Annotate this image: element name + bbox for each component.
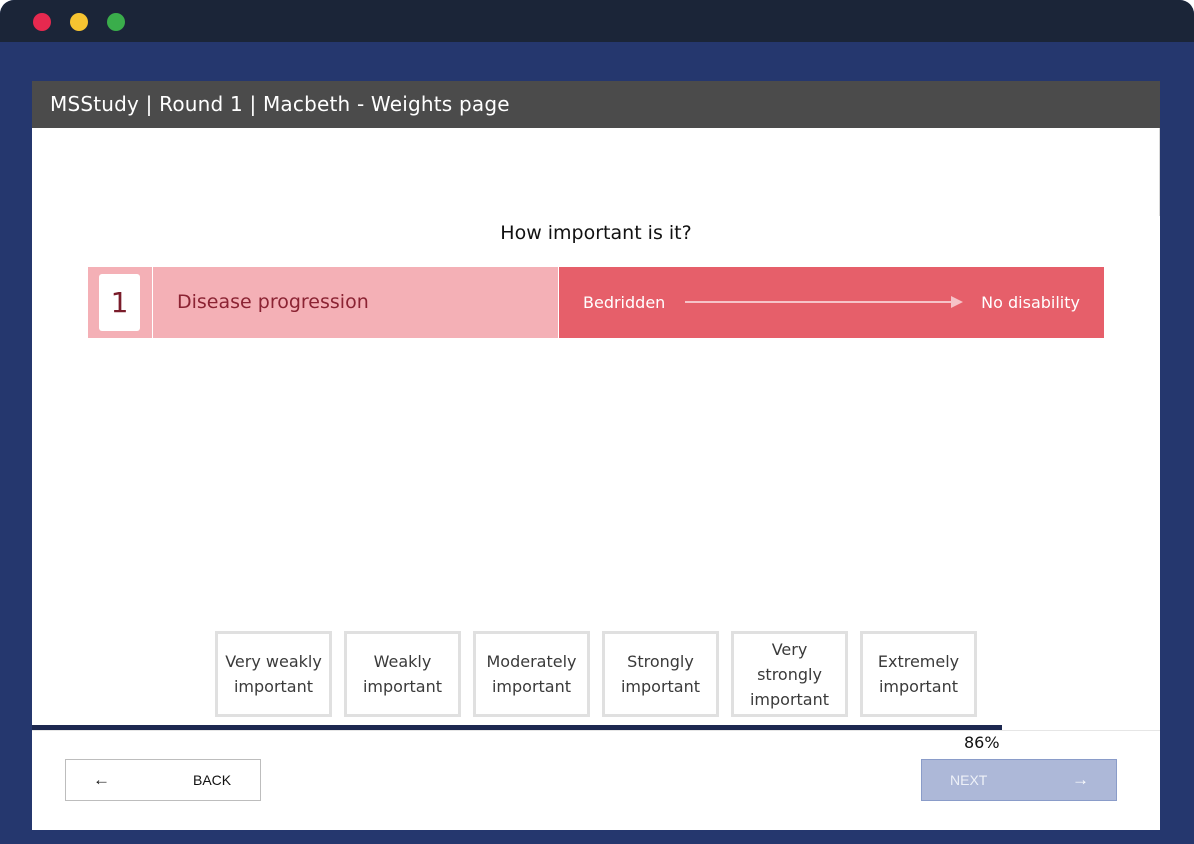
- criterion-name-cell: Disease progression: [153, 267, 558, 338]
- option-very-weakly-important[interactable]: Very weakly important: [215, 631, 332, 717]
- next-button-label: NEXT: [950, 772, 988, 788]
- option-moderately-important[interactable]: Moderately important: [473, 631, 590, 717]
- arrow-left-icon: ←: [93, 770, 110, 789]
- next-button[interactable]: NEXT →: [921, 759, 1117, 801]
- question-text: How important is it?: [500, 222, 692, 244]
- app-content: MSStudy | Round 1 | Macbeth - Weights pa…: [32, 81, 1160, 830]
- back-button[interactable]: ← BACK: [65, 759, 261, 801]
- option-extremely-important[interactable]: Extremely important: [860, 631, 977, 717]
- option-weakly-important[interactable]: Weakly important: [344, 631, 461, 717]
- back-button-label: BACK: [193, 772, 232, 788]
- maximize-window-icon[interactable]: [107, 13, 125, 31]
- criterion-name: Disease progression: [177, 291, 369, 313]
- option-very-strongly-important[interactable]: Very strongly important: [731, 631, 848, 717]
- footer-divider: [32, 730, 1160, 731]
- arrow-right-icon: →: [1072, 770, 1089, 789]
- importance-options: Very weakly important Weakly important M…: [215, 631, 977, 717]
- divider: [1159, 128, 1160, 216]
- criterion-range: Bedridden No disability: [559, 267, 1104, 338]
- browser-window: MSStudy | Round 1 | Macbeth - Weights pa…: [0, 0, 1194, 844]
- close-window-icon[interactable]: [33, 13, 51, 31]
- range-low-label: Bedridden: [583, 293, 666, 312]
- range-arrow-icon: [685, 296, 963, 308]
- progress-percent: 86%: [964, 733, 1000, 752]
- window-titlebar: [0, 0, 1194, 42]
- page-title: MSStudy | Round 1 | Macbeth - Weights pa…: [50, 92, 510, 116]
- minimize-window-icon[interactable]: [70, 13, 88, 31]
- page-header: MSStudy | Round 1 | Macbeth - Weights pa…: [32, 81, 1160, 128]
- option-strongly-important[interactable]: Strongly important: [602, 631, 719, 717]
- criterion-row: 1 Disease progression Bedridden No disab…: [88, 267, 1104, 338]
- range-high-label: No disability: [981, 293, 1080, 312]
- criterion-number: 1: [99, 274, 140, 331]
- criterion-number-cell: 1: [88, 267, 152, 338]
